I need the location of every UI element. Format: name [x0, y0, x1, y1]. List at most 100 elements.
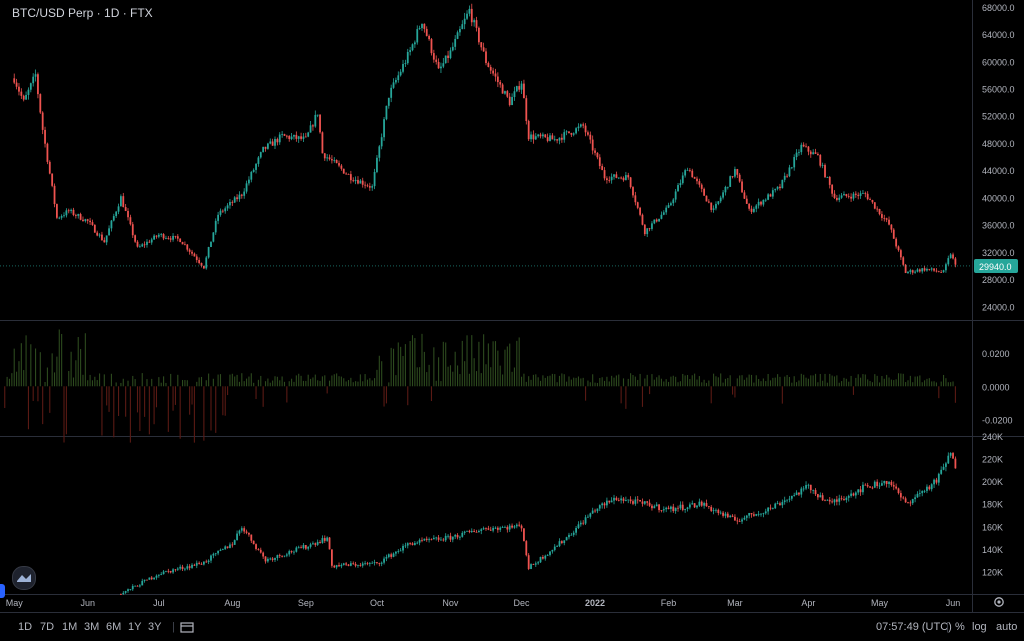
timeframe-1y-button[interactable]: 1Y	[128, 621, 141, 633]
price-candle	[876, 208, 879, 210]
lower-candle	[257, 548, 260, 550]
lower-candle	[651, 505, 653, 509]
lower-candle	[274, 557, 276, 560]
price-candle	[639, 207, 641, 215]
percent-scale-toggle[interactable]: %	[955, 621, 965, 633]
price-candle	[869, 199, 871, 201]
auto-scale-toggle[interactable]: auto	[996, 621, 1017, 633]
price-candle	[862, 193, 864, 194]
lower-candle	[672, 506, 675, 512]
price-candle	[674, 191, 677, 200]
gear-icon[interactable]	[992, 595, 1006, 609]
lower-candle	[634, 499, 637, 504]
lower-candle	[368, 563, 371, 565]
timeframe-3y-button[interactable]: 3Y	[148, 621, 161, 633]
lower-candle	[677, 507, 679, 509]
lower-candle	[440, 539, 442, 541]
lower-candle	[312, 543, 314, 545]
oscillator-y-tick-label: 0.0000	[982, 382, 1010, 392]
lower-candle	[134, 585, 137, 587]
lower-candle	[591, 510, 594, 514]
oscillator-bars	[4, 329, 956, 443]
lower-candle	[432, 537, 435, 540]
price-candle	[895, 238, 898, 247]
lower-candle	[532, 564, 535, 565]
timeframe-7d-button[interactable]: 7D	[40, 621, 54, 633]
price-candle	[184, 244, 186, 246]
lower-candle	[456, 534, 459, 538]
lower-candle	[888, 481, 890, 485]
price-candle	[923, 268, 926, 271]
lower-candle	[745, 515, 748, 518]
price-candle	[489, 66, 492, 71]
price-candle	[712, 208, 715, 210]
utc-clock[interactable]: 07:57:49 (UTC)	[876, 621, 952, 633]
price-candle	[719, 197, 722, 202]
price-candle	[688, 170, 691, 171]
price-candle	[570, 133, 573, 135]
price-candle	[425, 28, 428, 36]
lower-candle	[392, 553, 395, 557]
lower-candle	[923, 490, 926, 492]
log-scale-toggle[interactable]: log	[972, 621, 987, 633]
price-candle	[437, 61, 440, 69]
price-candle	[202, 265, 205, 269]
lower-candle	[219, 549, 222, 551]
price-candle	[786, 175, 788, 177]
price-candle	[309, 125, 312, 133]
lower-y-tick-label: 220K	[982, 455, 1003, 465]
tradingview-logo-icon[interactable]	[12, 566, 36, 590]
price-candle	[447, 55, 449, 58]
lower-candle	[506, 527, 509, 530]
lower-candle	[181, 566, 184, 569]
lower-candle	[833, 499, 836, 503]
price-candle	[940, 271, 943, 273]
lower-candle	[947, 455, 950, 464]
lower-candle	[492, 527, 495, 531]
lower-candle	[463, 531, 466, 533]
timeframe-1m-button[interactable]: 1M	[62, 621, 77, 633]
lower-candle	[411, 543, 414, 545]
date-range-icon[interactable]	[180, 620, 194, 633]
price-candle	[257, 157, 260, 164]
lower-candle	[252, 540, 255, 545]
price-candle	[603, 170, 606, 179]
lower-candle	[466, 530, 468, 532]
timeframe-3m-button[interactable]: 3M	[84, 621, 99, 633]
price-candle	[606, 178, 608, 181]
price-candle	[693, 177, 696, 179]
chart-area[interactable]: 68000.0 64000.0 60000.0 56000.0 52000.0 48000…	[0, 0, 1024, 612]
price-candle	[831, 184, 834, 194]
lower-candle	[418, 539, 421, 543]
price-candle	[892, 229, 895, 239]
lower-candle	[129, 589, 132, 590]
lower-candle	[172, 569, 174, 573]
lower-candle	[921, 491, 924, 494]
lower-candle	[648, 502, 651, 506]
lower-candle	[454, 534, 457, 537]
panel-toggle-handle[interactable]	[0, 584, 5, 598]
lower-candle	[881, 483, 883, 486]
lower-candle	[390, 554, 393, 557]
timeframe-6m-button[interactable]: 6M	[106, 621, 121, 633]
price-candle	[930, 268, 933, 270]
price-candle	[864, 193, 867, 194]
price-candle	[143, 244, 146, 246]
price-candle	[854, 193, 857, 195]
price-candle	[805, 146, 807, 148]
lower-candle	[786, 499, 788, 501]
lower-candle	[331, 549, 333, 566]
lower-candle	[814, 490, 817, 495]
lower-candle	[608, 500, 611, 503]
price-candle	[648, 228, 651, 230]
lower-candle	[534, 563, 537, 565]
price-candle	[888, 219, 890, 225]
price-candle	[843, 194, 845, 196]
price-candle	[444, 55, 447, 64]
price-candle	[385, 105, 388, 120]
price-candle	[881, 214, 883, 218]
lower-candle	[743, 517, 746, 520]
timeframe-1d-button[interactable]: 1D	[18, 621, 32, 633]
lower-candle	[615, 497, 618, 501]
price-candle	[515, 86, 518, 92]
